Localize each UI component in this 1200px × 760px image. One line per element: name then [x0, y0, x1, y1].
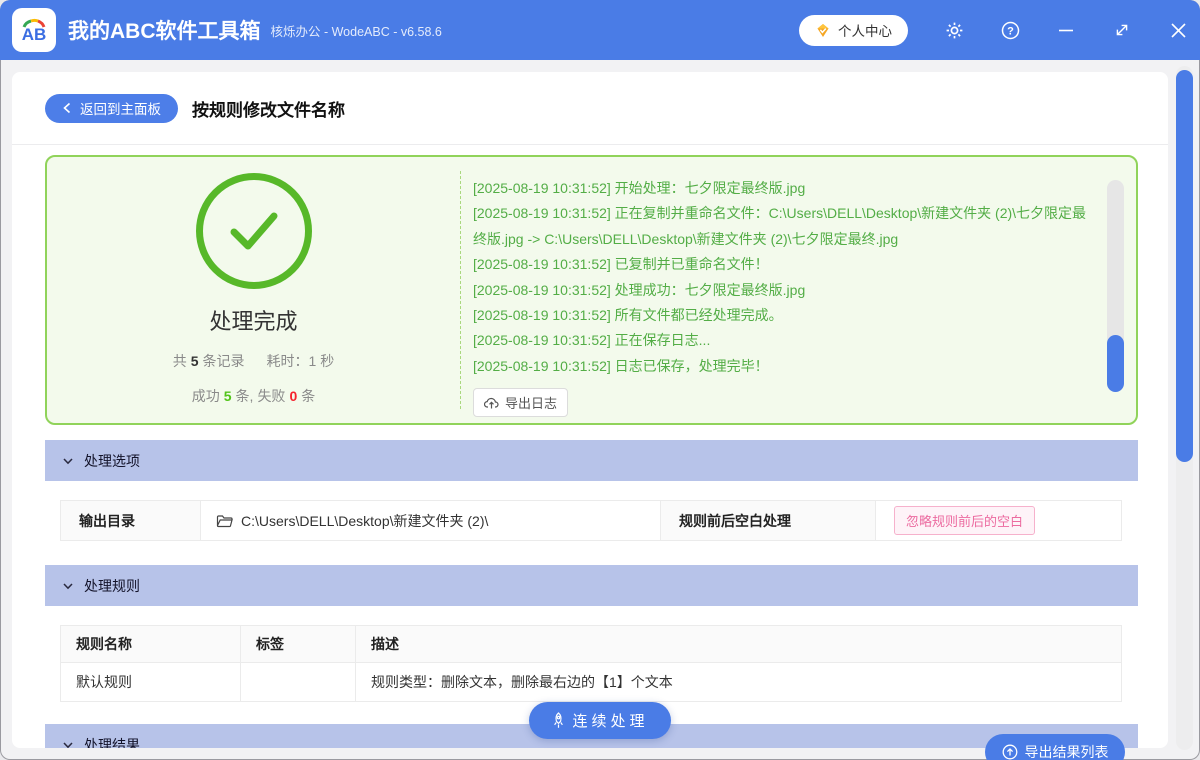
column-rule-name: 规则名称	[61, 626, 241, 662]
user-center-label: 个人中心	[838, 24, 892, 39]
stats-total: 共 5 条记录 耗时：1 秒	[172, 353, 335, 369]
continue-button[interactable]: 连续处理	[529, 702, 671, 739]
close-button[interactable]	[1168, 20, 1188, 40]
export-results-label: 导出结果列表	[1024, 744, 1109, 760]
success-count: 5	[223, 388, 232, 404]
svg-text:?: ?	[1007, 25, 1014, 37]
log-scrollbar-thumb[interactable]	[1107, 335, 1124, 392]
cloud-upload-icon	[484, 398, 499, 409]
whitespace-value: 忽略规则前后的空白	[876, 501, 1121, 540]
help-button[interactable]: ?	[1000, 20, 1020, 40]
logo-text: AB	[21, 25, 47, 44]
section-results-title: 处理结果	[84, 736, 140, 749]
success-check-icon	[195, 173, 312, 289]
log-line: [2025-08-19 10:31:52] 处理成功：七夕限定最终版.jpg	[473, 281, 806, 298]
log-scrollbar[interactable]	[1107, 180, 1124, 392]
main-panel: 返回到主面板 按规则修改文件名称 处理完成 共 5 条记录 耗时：1 秒 成功 …	[12, 72, 1168, 748]
minimize-button[interactable]	[1056, 20, 1076, 40]
user-center-button[interactable]: 个人中心	[799, 14, 908, 46]
content-area: 处理完成 共 5 条记录 耗时：1 秒 成功 5 条, 失败 0 条 [2025-08-19 1…	[12, 145, 1168, 748]
back-button[interactable]: 返回到主面板	[45, 93, 178, 123]
table-row[interactable]: 默认规则 规则类型：删除文本，删除最右边的【1】个文本	[61, 662, 1121, 701]
output-dir-label: 输出目录	[61, 501, 201, 540]
rule-desc-cell: 规则类型：删除文本，删除最右边的【1】个文本	[371, 674, 673, 690]
help-icon: ?	[1001, 21, 1019, 39]
log-line: [2025-08-19 10:31:52] 已复制并已重命名文件！	[473, 256, 769, 273]
app-logo: AB	[12, 8, 56, 52]
rules-table-header: 规则名称 标签 描述	[61, 626, 1121, 662]
options-row: 输出目录 C:\Users\DELL\Desktop\新建文件夹 (2)\ 规则…	[60, 500, 1122, 541]
folder-icon	[216, 514, 233, 527]
export-log-label: 导出日志	[505, 396, 558, 412]
section-header-options[interactable]: 处理选项	[45, 440, 1138, 481]
log-area: [2025-08-19 10:31:52] 开始处理：七夕限定最终版.jpg […	[461, 157, 1136, 423]
log-line: [2025-08-19 10:31:52] 日志已保存，处理完毕！	[473, 357, 769, 374]
export-results-button[interactable]: 导出结果列表	[985, 734, 1125, 760]
section-options-title: 处理选项	[84, 452, 140, 469]
log-line: [2025-08-19 10:31:52] 正在复制并重命名文件：C:\User…	[473, 205, 1087, 247]
page-title: 按规则修改文件名称	[192, 100, 345, 120]
back-button-label: 返回到主面板	[80, 102, 161, 117]
summary-panel: 处理完成 共 5 条记录 耗时：1 秒 成功 5 条, 失败 0 条 [2025-08-19 1…	[45, 155, 1138, 425]
whitespace-tag: 忽略规则前后的空白	[894, 506, 1036, 535]
rules-table: 规则名称 标签 描述 默认规则 规则类型：删除文本，删除最右边的【1】个文本	[60, 625, 1122, 702]
log-line: [2025-08-19 10:31:52] 开始处理：七夕限定最终版.jpg	[473, 180, 806, 196]
main-scrollbar[interactable]	[1176, 66, 1193, 750]
whitespace-label: 规则前后空白处理	[661, 501, 876, 540]
titlebar-controls: 个人中心 ?	[799, 14, 1200, 46]
section-header-rules[interactable]: 处理规则	[45, 565, 1138, 606]
section-rules-title: 处理规则	[84, 577, 140, 594]
close-icon	[1170, 22, 1186, 38]
app-subtitle: 核烁办公 - WodeABC - v6.58.6	[270, 24, 442, 39]
export-log-button[interactable]: 导出日志	[473, 388, 569, 418]
rule-tag-cell	[241, 663, 356, 701]
log-line: [2025-08-19 10:31:52] 所有文件都已经处理完成。	[473, 307, 783, 324]
chevron-down-icon	[63, 741, 73, 748]
minimize-icon	[1059, 29, 1073, 32]
gear-icon	[946, 22, 962, 38]
page-header: 返回到主面板 按规则修改文件名称	[12, 72, 1168, 145]
app-title: 我的ABC软件工具箱	[68, 20, 261, 43]
vip-diamond-icon	[817, 23, 829, 37]
titlebar: AB 我的ABC软件工具箱 核烁办公 - WodeABC - v6.58.6 个…	[0, 0, 1200, 60]
elapsed-time: 耗时：1 秒	[266, 353, 335, 369]
column-tag: 标签	[241, 626, 356, 662]
continue-button-label: 连续处理	[572, 713, 649, 730]
column-description: 描述	[371, 636, 399, 652]
chevron-left-icon	[63, 102, 71, 114]
log-line: [2025-08-19 10:31:52] 正在保存日志...	[473, 332, 711, 349]
rocket-icon	[554, 712, 564, 728]
rule-name-cell: 默认规则	[61, 663, 241, 701]
app-window: AB 我的ABC软件工具箱 核烁办公 - WodeABC - v6.58.6 个…	[0, 0, 1200, 760]
settings-button[interactable]	[944, 20, 964, 40]
maximize-icon	[1116, 24, 1128, 36]
total-count: 5	[190, 353, 199, 369]
stats-success-fail: 成功 5 条, 失败 0 条	[191, 388, 316, 404]
chevron-down-icon	[63, 582, 73, 589]
fail-count: 0	[289, 388, 298, 404]
maximize-button[interactable]	[1112, 20, 1132, 40]
chevron-down-icon	[63, 457, 73, 464]
summary-status: 处理完成 共 5 条记录 耗时：1 秒 成功 5 条, 失败 0 条	[47, 157, 460, 423]
status-title: 处理完成	[209, 309, 298, 334]
output-dir-value: C:\Users\DELL\Desktop\新建文件夹 (2)\	[201, 501, 661, 540]
circle-arrow-up-icon	[1002, 744, 1017, 760]
main-scrollbar-thumb[interactable]	[1176, 70, 1193, 462]
